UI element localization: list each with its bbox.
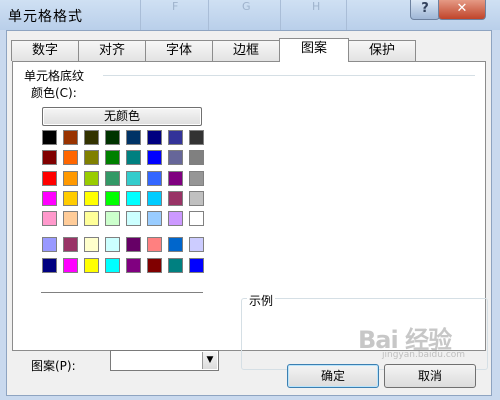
color-swatch-top-2-1[interactable] — [63, 171, 78, 186]
color-swatch-top-1-4[interactable] — [126, 150, 141, 165]
color-swatch-top-0-5[interactable] — [147, 130, 162, 145]
color-swatch-bottom-1-6[interactable] — [168, 258, 183, 273]
color-swatch-top-3-2[interactable] — [84, 191, 99, 206]
color-swatch-bottom-0-5[interactable] — [147, 237, 162, 252]
color-swatch-top-2-5[interactable] — [147, 171, 162, 186]
color-swatch-bottom-0-1[interactable] — [63, 237, 78, 252]
color-swatch-top-4-1[interactable] — [63, 211, 78, 226]
color-swatch-bottom-1-4[interactable] — [126, 258, 141, 273]
title-bar: F G H 单元格格式 ? ✕ — [0, 0, 500, 30]
color-swatch-bottom-0-2[interactable] — [84, 237, 99, 252]
color-swatch-top-3-7[interactable] — [189, 191, 204, 206]
bg-column-divider — [280, 0, 281, 30]
color-swatch-top-1-2[interactable] — [84, 150, 99, 165]
color-swatch-bottom-1-2[interactable] — [84, 258, 99, 273]
color-swatch-top-1-5[interactable] — [147, 150, 162, 165]
color-swatch-bottom-1-3[interactable] — [105, 258, 120, 273]
pattern-dropdown[interactable]: ▼ — [110, 350, 219, 371]
color-swatch-top-0-0[interactable] — [42, 130, 57, 145]
color-swatch-bottom-1-1[interactable] — [63, 258, 78, 273]
section-label: 单元格底纹 — [24, 69, 85, 83]
color-swatch-top-1-3[interactable] — [105, 150, 120, 165]
color-swatch-top-2-0[interactable] — [42, 171, 57, 186]
chevron-down-icon[interactable]: ▼ — [202, 352, 217, 369]
tab-border[interactable]: 边框 — [212, 40, 280, 61]
bg-column-header: F — [172, 0, 179, 13]
bg-column-divider — [346, 0, 347, 30]
color-swatch-top-4-2[interactable] — [84, 211, 99, 226]
watermark-url: jingyan.baidu.com — [382, 350, 466, 360]
ok-button[interactable]: 确定 — [287, 364, 379, 388]
color-swatch-bottom-0-6[interactable] — [168, 237, 183, 252]
color-swatch-bottom-1-7[interactable] — [189, 258, 204, 273]
color-swatch-top-1-0[interactable] — [42, 150, 57, 165]
color-swatch-top-1-7[interactable] — [189, 150, 204, 165]
color-swatch-top-4-7[interactable] — [189, 211, 204, 226]
color-swatch-top-0-7[interactable] — [189, 130, 204, 145]
bg-column-divider — [140, 0, 141, 30]
help-button[interactable]: ? — [410, 0, 440, 20]
color-swatch-top-2-4[interactable] — [126, 171, 141, 186]
color-swatch-top-2-7[interactable] — [189, 171, 204, 186]
help-icon: ? — [421, 1, 429, 16]
color-swatch-top-4-6[interactable] — [168, 211, 183, 226]
color-label: 颜色(C): — [31, 86, 77, 100]
color-swatch-bottom-1-0[interactable] — [42, 258, 57, 273]
color-swatch-bottom-0-7[interactable] — [189, 237, 204, 252]
color-swatch-top-4-4[interactable] — [126, 211, 141, 226]
tab-protection[interactable]: 保护 — [348, 40, 416, 61]
color-swatch-bottom-0-4[interactable] — [126, 237, 141, 252]
bg-column-header: G — [242, 0, 251, 13]
close-icon: ✕ — [456, 1, 468, 16]
tab-patterns[interactable]: 图案 — [279, 38, 349, 62]
tab-font[interactable]: 字体 — [145, 40, 213, 61]
color-swatch-top-0-2[interactable] — [84, 130, 99, 145]
color-swatch-top-4-3[interactable] — [105, 211, 120, 226]
color-swatch-bottom-0-3[interactable] — [105, 237, 120, 252]
color-swatch-top-2-3[interactable] — [105, 171, 120, 186]
close-button[interactable]: ✕ — [438, 0, 486, 20]
patterns-panel: 单元格底纹 颜色(C): 无颜色 图案(P): ▼ 示例 — [12, 61, 488, 373]
tab-alignment[interactable]: 对齐 — [78, 40, 146, 61]
color-swatch-top-0-4[interactable] — [126, 130, 141, 145]
color-swatch-top-2-6[interactable] — [168, 171, 183, 186]
color-swatch-bottom-0-0[interactable] — [42, 237, 57, 252]
window-title: 单元格格式 — [8, 9, 83, 25]
color-swatch-top-0-3[interactable] — [105, 130, 120, 145]
no-color-button[interactable]: 无颜色 — [42, 107, 202, 126]
sample-label: 示例 — [247, 292, 276, 309]
color-swatch-top-0-6[interactable] — [168, 130, 183, 145]
color-swatch-top-2-2[interactable] — [84, 171, 99, 186]
color-swatch-top-3-1[interactable] — [63, 191, 78, 206]
color-swatch-top-3-3[interactable] — [105, 191, 120, 206]
color-swatch-top-4-5[interactable] — [147, 211, 162, 226]
color-swatch-top-4-0[interactable] — [42, 211, 57, 226]
color-swatch-top-3-4[interactable] — [126, 191, 141, 206]
color-swatch-bottom-1-5[interactable] — [147, 258, 162, 273]
bg-column-divider — [208, 0, 209, 30]
color-swatch-top-1-1[interactable] — [63, 150, 78, 165]
color-swatch-top-3-5[interactable] — [147, 191, 162, 206]
pattern-label: 图案(P): — [31, 359, 76, 373]
color-swatch-top-1-6[interactable] — [168, 150, 183, 165]
palette-divider — [41, 292, 203, 293]
tab-number[interactable]: 数字 — [11, 40, 79, 61]
tab-strip: 数字 对齐 字体 边框 图案 保护 — [11, 38, 421, 62]
color-swatch-top-3-6[interactable] — [168, 191, 183, 206]
cancel-button[interactable]: 取消 — [384, 364, 476, 388]
color-swatch-top-0-1[interactable] — [63, 130, 78, 145]
watermark: Bai 经验 jingyan.baidu.com — [330, 318, 490, 366]
color-swatch-top-3-0[interactable] — [42, 191, 57, 206]
bg-column-header: H — [312, 0, 321, 13]
section-divider — [103, 75, 475, 76]
